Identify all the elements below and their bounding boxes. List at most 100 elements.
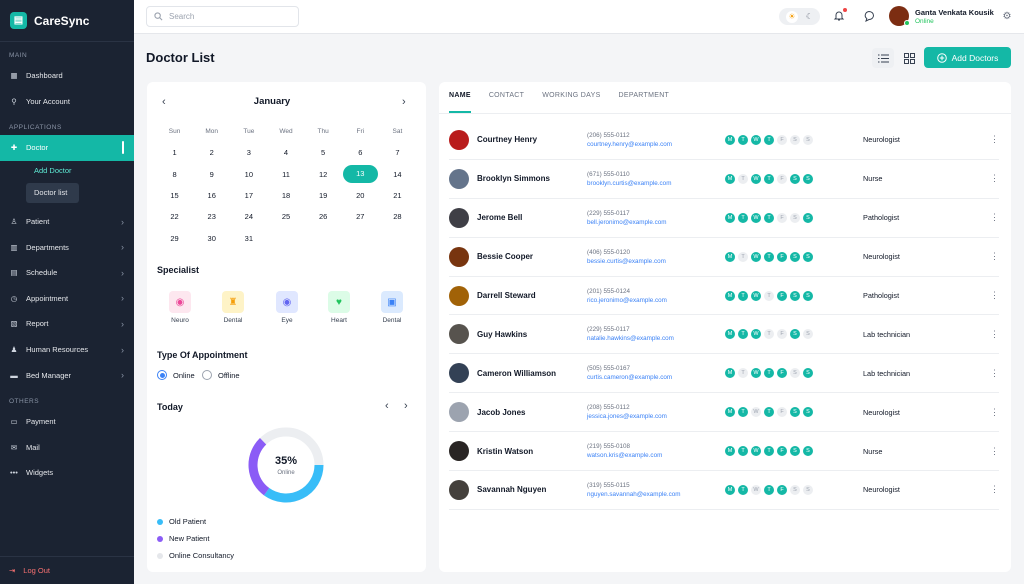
specialist-neuro[interactable]: ◉ Neuro [165, 291, 195, 324]
specialist-dental[interactable]: ♜ Dental [218, 291, 248, 324]
notification-bell[interactable] [832, 8, 847, 23]
sidebar-item-widgets[interactable]: ••• Widgets [0, 460, 134, 486]
calendar-day[interactable]: 8 [156, 170, 193, 179]
more-options-icon[interactable]: ⋮ [990, 173, 999, 184]
doctor-email[interactable]: watson.kris@example.com [587, 451, 725, 460]
doctor-name[interactable]: Brooklyn Simmons [477, 174, 587, 183]
doctor-name[interactable]: Kristin Watson [477, 447, 587, 456]
calendar-day[interactable]: 10 [230, 170, 267, 179]
calendar-next-button[interactable]: › [402, 96, 406, 108]
tab-working-days[interactable]: WORKING DAYS [542, 92, 600, 113]
more-options-icon[interactable]: ⋮ [990, 212, 999, 223]
radio-button-checked[interactable] [157, 370, 167, 380]
calendar-day[interactable]: 28 [379, 212, 416, 221]
calendar-day[interactable]: 9 [193, 170, 230, 179]
user-profile[interactable]: Ganta Venkata Kousik Online [889, 6, 994, 26]
more-options-icon[interactable]: ⋮ [990, 446, 999, 457]
calendar-day[interactable]: 14 [379, 170, 416, 179]
sidebar-item-doctor[interactable]: ✚ Doctor [0, 135, 134, 161]
sidebar-item-mail[interactable]: ✉ Mail [0, 435, 134, 461]
sidebar-item-appointment[interactable]: ◷ Appointment › [0, 286, 134, 312]
sidebar-item-account[interactable]: ⚲ Your Account [0, 89, 134, 115]
calendar-day[interactable]: 23 [193, 212, 230, 221]
sidebar-item-human-resources[interactable]: ♟ Human Resources › [0, 337, 134, 363]
radio-online[interactable]: Online [157, 370, 195, 380]
sidebar-item-schedule[interactable]: ▤ Schedule › [0, 260, 134, 286]
more-options-icon[interactable]: ⋮ [990, 290, 999, 301]
search-input[interactable] [169, 12, 289, 21]
more-options-icon[interactable]: ⋮ [990, 368, 999, 379]
table-row[interactable]: Darrell Steward (201) 555-0124 rico.jeroni… [449, 277, 999, 316]
table-row[interactable]: Savannah Nguyen (319) 555-0115 nguyen.sava… [449, 471, 999, 510]
calendar-day[interactable]: 4 [267, 148, 304, 157]
table-row[interactable]: Courtney Henry (206) 555-0112 courtney.hen… [449, 121, 999, 160]
radio-button[interactable] [202, 370, 212, 380]
table-row[interactable]: Cameron Williamson (505) 555-0167 curtis.c… [449, 354, 999, 394]
calendar-day[interactable]: 3 [230, 148, 267, 157]
calendar-day[interactable]: 18 [267, 191, 304, 200]
calendar-day[interactable]: 11 [267, 170, 304, 179]
calendar-day[interactable]: 31 [230, 234, 267, 243]
brand[interactable]: ▤ CareSync [0, 0, 134, 42]
sidebar-item-dashboard[interactable]: ▦ Dashboard [0, 63, 134, 89]
calendar-day[interactable]: 24 [230, 212, 267, 221]
tab-contact[interactable]: CONTACT [489, 92, 524, 113]
doctor-name[interactable]: Cameron Williamson [477, 369, 587, 378]
radio-offline[interactable]: Offline [202, 370, 240, 380]
doctor-email[interactable]: curtis.cameron@example.com [587, 373, 725, 382]
table-row[interactable]: Bessie Cooper (406) 555-0120 bessie.curtis… [449, 238, 999, 277]
doctor-email[interactable]: jessica.jones@example.com [587, 412, 725, 421]
doctor-name[interactable]: Savannah Nguyen [477, 485, 587, 494]
calendar-day[interactable]: 29 [156, 234, 193, 243]
doctor-email[interactable]: nguyen.savannah@example.com [587, 490, 725, 499]
sidebar-item-report[interactable]: ▧ Report › [0, 311, 134, 337]
more-options-icon[interactable]: ⋮ [990, 251, 999, 262]
tab-name[interactable]: NAME [449, 92, 471, 113]
more-options-icon[interactable]: ⋮ [990, 407, 999, 418]
messages-button[interactable] [862, 9, 876, 23]
today-next-button[interactable]: › [404, 400, 408, 412]
tab-department[interactable]: DEPARTMENT [619, 92, 670, 113]
settings-button[interactable]: ⚙ [1000, 9, 1014, 23]
doctor-email[interactable]: bell.jeronimo@example.com [587, 218, 725, 227]
calendar-day[interactable]: 26 [305, 212, 342, 221]
calendar-day[interactable]: 15 [156, 191, 193, 200]
calendar-day[interactable]: 27 [342, 212, 379, 221]
logout-button[interactable]: ⇥ Log Out [0, 556, 134, 584]
sidebar-item-payment[interactable]: ▭ Payment [0, 409, 134, 435]
doctor-email[interactable]: brooklyn.curtis@example.com [587, 179, 725, 188]
calendar-day[interactable]: 20 [342, 191, 379, 200]
table-row[interactable]: Guy Hawkins (229) 555-0117 natalie.hawkins… [449, 315, 999, 355]
sidebar-item-patient[interactable]: ♙ Patient › [0, 209, 134, 235]
doctor-name[interactable]: Jerome Bell [477, 213, 587, 222]
more-options-icon[interactable]: ⋮ [990, 329, 999, 340]
theme-toggle[interactable]: ☀ ☾ [779, 8, 820, 25]
grid-view-button[interactable] [898, 48, 920, 68]
doctor-email[interactable]: courtney.henry@example.com [587, 140, 725, 149]
sidebar-sub-doctor-list[interactable]: Doctor list [26, 182, 79, 203]
specialist-heart[interactable]: ♥ Heart [324, 291, 354, 324]
calendar-day[interactable]: 2 [193, 148, 230, 157]
calendar-day[interactable]: 5 [305, 148, 342, 157]
sidebar-sub-add-doctor[interactable]: Add Doctor [26, 161, 134, 181]
search-box[interactable] [146, 6, 299, 27]
calendar-day[interactable]: 1 [156, 148, 193, 157]
calendar-day[interactable]: 17 [230, 191, 267, 200]
doctor-email[interactable]: rico.jeronimo@example.com [587, 296, 725, 305]
doctor-email[interactable]: natalie.hawkins@example.com [587, 334, 725, 343]
table-row[interactable]: Jerome Bell (229) 555-0117 bell.jeronimo@e… [449, 199, 999, 238]
sidebar-item-departments[interactable]: ▥ Departments › [0, 234, 134, 260]
add-doctors-button[interactable]: Add Doctors [924, 47, 1011, 68]
doctor-name[interactable]: Jacob Jones [477, 408, 587, 417]
table-row[interactable]: Kristin Watson (219) 555-0108 watson.kris@… [449, 432, 999, 472]
doctor-name[interactable]: Guy Hawkins [477, 330, 587, 339]
calendar-day[interactable]: 21 [379, 191, 416, 200]
calendar-day-selected[interactable]: 13 [342, 165, 379, 184]
doctor-name[interactable]: Courtney Henry [477, 135, 587, 144]
calendar-day[interactable]: 25 [267, 212, 304, 221]
specialist-eye[interactable]: ◉ Eye [272, 291, 302, 324]
sidebar-item-bed-manager[interactable]: ▬ Bed Manager › [0, 362, 134, 388]
calendar-day[interactable]: 6 [342, 148, 379, 157]
calendar-day[interactable]: 30 [193, 234, 230, 243]
calendar-day[interactable]: 22 [156, 212, 193, 221]
